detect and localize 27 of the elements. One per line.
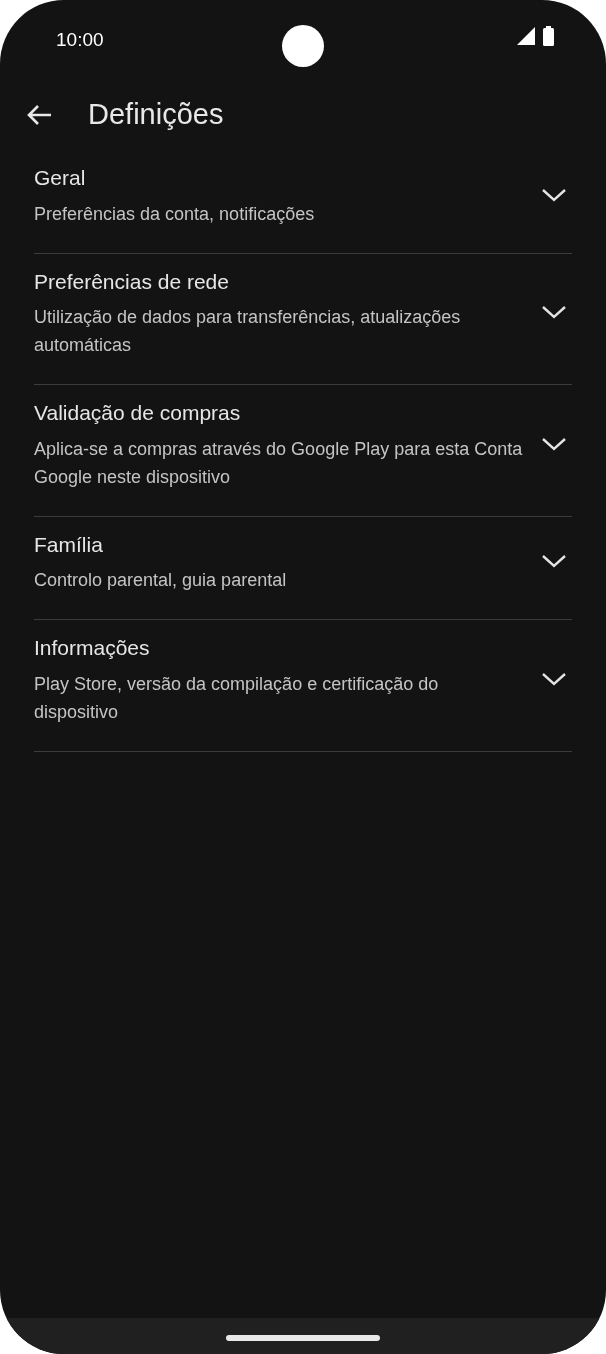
- chevron-down-icon[interactable]: [542, 671, 566, 686]
- chevron-down-icon[interactable]: [542, 305, 566, 320]
- section-title: Informações: [34, 635, 151, 661]
- camera-cutout: [282, 25, 324, 67]
- chevron-down-icon[interactable]: [542, 436, 566, 451]
- status-time: 10:00: [56, 28, 104, 52]
- chevron-down-icon[interactable]: [542, 187, 566, 202]
- settings-section[interactable]: Geral Preferências da conta, notificações: [34, 150, 572, 254]
- section-subtitle: Play Store, versão da compilação e certificação do dispositivo: [34, 672, 440, 724]
- section-subtitle: Preferências da conta, notificações: [34, 202, 315, 226]
- settings-section[interactable]: Família Controlo parental, guia parental: [34, 516, 572, 620]
- chevron-down-icon[interactable]: [542, 554, 566, 569]
- section-subtitle: Controlo parental, guia parental: [34, 569, 287, 592]
- back-arrow-icon[interactable]: [26, 104, 52, 126]
- battery-icon: [543, 26, 554, 46]
- settings-section[interactable]: Informações Play Store, versão da compilação e certificação do dispositivo: [34, 620, 572, 752]
- gesture-handle[interactable]: [226, 1335, 380, 1341]
- section-title: Geral: [34, 165, 87, 191]
- section-subtitle: Aplica-se a compras através do Google Play para esta Conta Google neste dispositivo: [34, 437, 524, 489]
- section-subtitle: Utilização de dados para transferências, atualizações automáticas: [34, 306, 462, 357]
- section-title: Família: [34, 531, 104, 558]
- page-title: Definições: [88, 97, 224, 133]
- signal-icon: [517, 27, 535, 45]
- section-title: Preferências de rede: [34, 268, 230, 295]
- section-title: Validação de compras: [34, 400, 242, 426]
- settings-section[interactable]: Preferências de rede Utilização de dados para transferências, atualizações automáticas: [34, 253, 572, 385]
- settings-section[interactable]: Validação de compras Aplica-se a compras através do Google Play para esta Conta Google neste dispositivo: [34, 385, 572, 517]
